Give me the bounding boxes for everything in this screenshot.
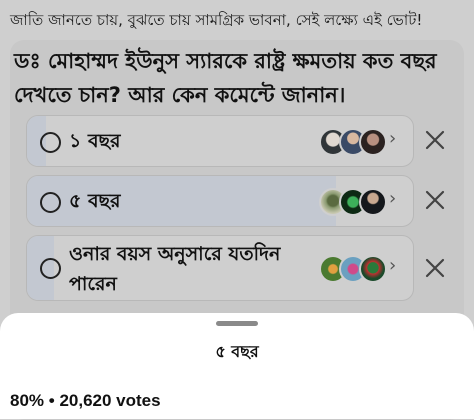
- chevron-right-icon[interactable]: ›: [389, 128, 396, 149]
- poll-option-3-label: ওনার বয়স অনুসারে যতদিন পারেন: [69, 239, 280, 299]
- stats-separator: •: [48, 391, 55, 410]
- remove-option-1-icon[interactable]: [424, 129, 446, 151]
- vote-count: 20,620 votes: [59, 391, 161, 410]
- poll-option-3-radio[interactable]: [40, 258, 61, 279]
- poll-option-1-radio[interactable]: [40, 132, 61, 153]
- remove-option-3-icon[interactable]: [424, 257, 446, 279]
- poll-option-1-voter-avatars[interactable]: [319, 128, 387, 156]
- remove-option-2-icon[interactable]: [424, 189, 446, 211]
- voter-avatar: [359, 255, 387, 283]
- poll-option-2-label: ৫ বছর: [69, 190, 121, 212]
- poll-option-2-radio[interactable]: [40, 192, 61, 213]
- voter-avatar: [359, 188, 387, 216]
- vote-details-sheet: ৫ বছর 80% • 20,620 votes: [0, 313, 474, 419]
- poll-option-3-label-line-1: ওনার বয়স অনুসারে যতদিন: [69, 243, 281, 265]
- poll-option-3-label-line-2: পারেন: [69, 273, 117, 295]
- vote-stats: 80% • 20,620 votes: [10, 391, 161, 411]
- post-intro-text: জাতি জানতে চায়, বুঝতে চায় সামগ্রিক ভাব…: [10, 11, 423, 29]
- poll-option-3[interactable]: ওনার বয়স অনুসারে যতদিন পারেন ›: [26, 235, 414, 301]
- sheet-option-title: ৫ বছর: [215, 342, 259, 361]
- poll-option-3-voter-avatars[interactable]: [319, 255, 387, 283]
- sheet-drag-handle[interactable]: [216, 321, 258, 326]
- poll-option-1-label: ১ বছর: [69, 130, 121, 152]
- poll-option-2-voter-avatars[interactable]: [319, 188, 387, 216]
- voter-avatar: [359, 128, 387, 156]
- poll-question-line-2: দেখতে চান? আর কেন কমেন্টে জানান।: [14, 83, 346, 107]
- chevron-right-icon[interactable]: ›: [389, 188, 396, 209]
- vote-percent: 80%: [10, 391, 45, 410]
- poll-question: ডঃ মোহাম্মদ ইউনুস স্যারকে রাষ্ট্র ক্ষমতা…: [14, 44, 460, 112]
- chevron-right-icon[interactable]: ›: [389, 255, 396, 276]
- poll-option-1[interactable]: ১ বছর ›: [26, 115, 414, 167]
- poll-option-2[interactable]: ৫ বছর ›: [26, 175, 414, 227]
- poll-question-line-1: ডঃ মোহাম্মদ ইউনুস স্যারকে রাষ্ট্র ক্ষমতা…: [14, 49, 437, 73]
